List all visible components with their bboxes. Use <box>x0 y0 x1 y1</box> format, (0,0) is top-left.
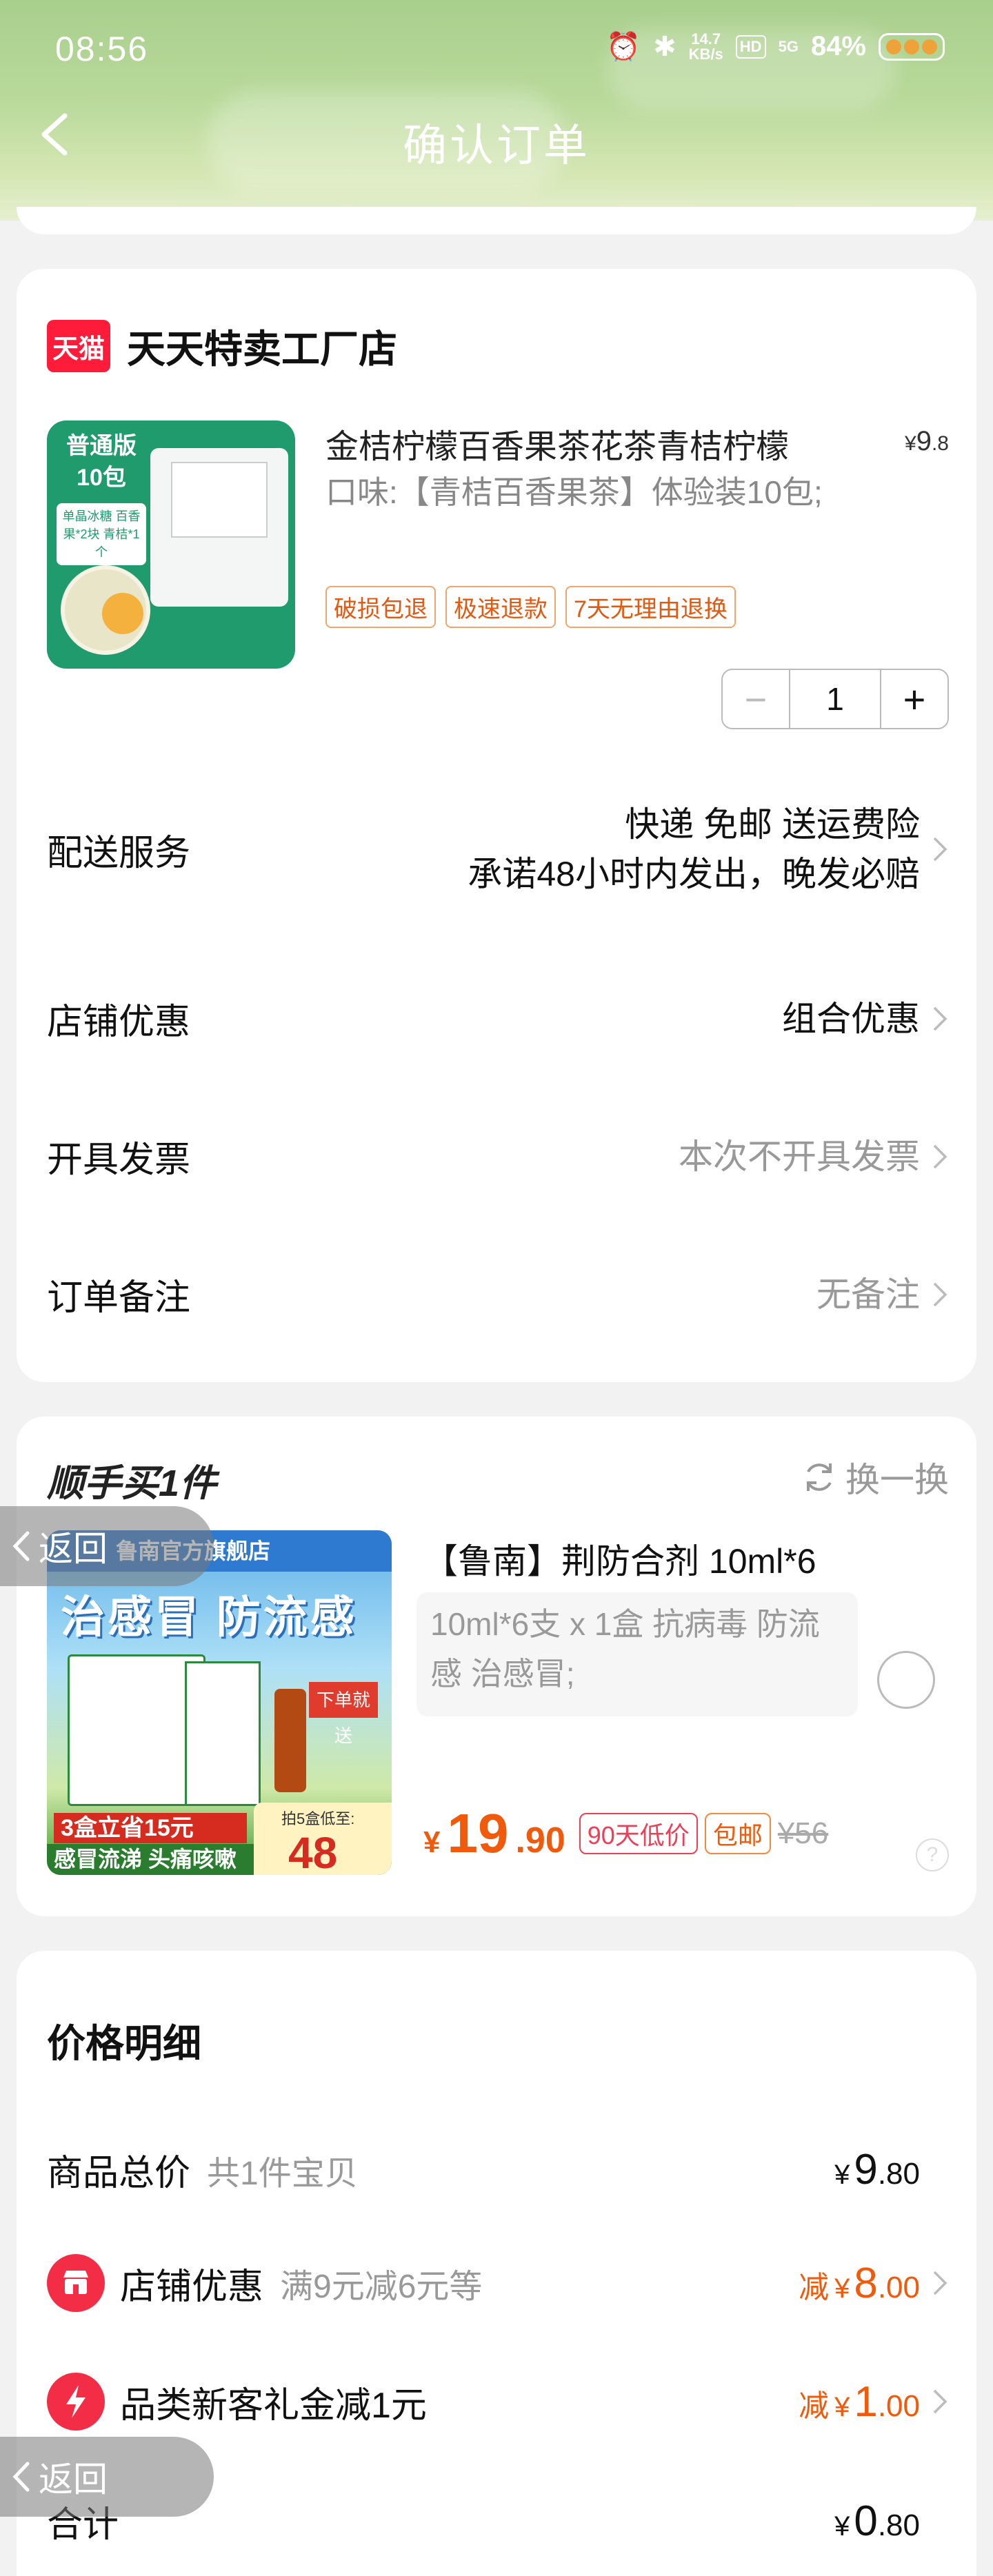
new-customer-amount: 减 ¥1.00 <box>799 2377 920 2426</box>
chevron-left-icon <box>12 1531 30 1561</box>
shop-icon <box>47 2254 105 2312</box>
floating-back-button[interactable]: 返回 <box>0 1506 214 1586</box>
original-price: ¥56 <box>777 1816 829 1850</box>
product-price: ¥9.8 <box>905 426 949 456</box>
increase-button[interactable]: + <box>881 670 947 728</box>
chevron-right-icon <box>933 2271 947 2295</box>
image-headline: 治感冒 防流感 <box>61 1592 357 1642</box>
bottle-graphic <box>274 1689 306 1792</box>
add-on-card: 顺手买1件 换一换 鲁南官方旗舰店 治感冒 防流感 下单就送 3盒立省15元 感… <box>17 1417 976 1916</box>
lightning-icon <box>47 2373 105 2431</box>
refresh-icon <box>807 1463 832 1491</box>
invoice-value: 本次不开具发票 <box>679 1137 920 1176</box>
bluetooth-icon: ✱ <box>653 31 676 62</box>
quantity-value[interactable]: 1 <box>789 670 881 728</box>
store-name[interactable]: 天天特卖工厂店 <box>127 318 397 374</box>
tmall-logo: 天猫 <box>47 320 110 372</box>
product-image[interactable]: 普通版 10包 单晶冰糖 百香果*2块 青桔*1个 <box>47 420 295 669</box>
product-image-badge: 普通版 10包 <box>66 433 137 491</box>
top-card-fragment <box>17 207 976 234</box>
chevron-left-icon <box>12 2462 30 2492</box>
low-price-tag: 90天低价 <box>579 1813 698 1854</box>
order-note-label: 订单备注 <box>47 1278 191 1318</box>
add-on-desc: 10ml*6支 x 1盒 抗病毒 防流感 治感冒; <box>417 1592 858 1716</box>
decrease-button[interactable]: − <box>723 670 789 728</box>
total-row: 商品总价 共1件宝贝 ¥9.80 <box>47 2144 949 2195</box>
image-gift-label: 下单就送 <box>309 1682 378 1746</box>
status-icons: ⏰ ✱ 14.7 KB/s HD 5G 84% <box>606 30 945 63</box>
add-on-name[interactable]: 【鲁南】荆防合剂 10ml*6 <box>423 1534 816 1583</box>
help-icon[interactable]: ? <box>916 1838 949 1872</box>
free-shipping-tag: 包邮 <box>704 1813 771 1854</box>
shop-discount-amount: 减 ¥8.00 <box>799 2259 920 2307</box>
price-detail-title: 价格明细 <box>47 2022 201 2065</box>
store-order-card: 天猫 天天特卖工厂店 普通版 10包 单晶冰糖 百香果*2块 青桔*1个 金桔柠檬… <box>17 269 976 1382</box>
battery-percent: 84% <box>810 31 866 61</box>
total-sub: 共1件宝贝 <box>207 2155 358 2192</box>
tag-fast-refund: 极速退款 <box>445 586 556 628</box>
add-on-select-radio[interactable] <box>877 1651 935 1709</box>
new-customer-label: 品类新客礼金减1元 <box>120 2385 427 2426</box>
product-title[interactable]: 金桔柠檬百香果茶花茶青桔柠檬 <box>325 419 863 467</box>
status-time: 08:56 <box>55 30 149 68</box>
net-speed: 14.7 KB/s <box>688 30 723 63</box>
quantity-stepper: − 1 + <box>721 669 949 729</box>
hd-icon: HD <box>735 34 766 59</box>
service-tags: 破损包退 极速退款 7天无理由退换 <box>325 586 736 628</box>
image-promo: 3盒立省15元 <box>54 1813 247 1843</box>
floating-back-button[interactable]: 返回 <box>0 2437 214 2517</box>
medicine-box-graphic <box>185 1661 261 1806</box>
battery-icon <box>879 32 945 61</box>
refresh-label: 换一换 <box>845 1461 949 1499</box>
invoice-row[interactable]: 开具发票 本次不开具发票 <box>47 1130 949 1182</box>
chevron-right-icon <box>933 837 947 862</box>
chevron-right-icon <box>933 1282 947 1306</box>
store-discount-value: 组合优惠 <box>782 999 920 1038</box>
total-amount: ¥9.80 <box>834 2146 920 2193</box>
delivery-label: 配送服务 <box>47 833 191 873</box>
store-discount-label: 店铺优惠 <box>47 1002 191 1042</box>
floating-back-label: 返回 <box>39 2460 108 2499</box>
image-price-flag: 拍5盒低至: 48 <box>254 1803 392 1875</box>
chevron-right-icon <box>933 1006 947 1031</box>
fruit-graphic <box>102 593 143 634</box>
total-label: 商品总价 <box>47 2153 191 2193</box>
delivery-row[interactable]: 配送服务 快递 免邮 送运费险 承诺48小时内发出，晚发必赔 <box>47 800 949 899</box>
add-on-price: ¥19.90 90天低价 包邮 ¥56 <box>423 1803 829 1864</box>
alarm-icon: ⏰ <box>606 32 641 62</box>
product-spec[interactable]: 口味:【青桔百香果茶】体验装10包; <box>325 470 877 514</box>
invoice-label: 开具发票 <box>47 1140 191 1180</box>
tag-damage-refund: 破损包退 <box>325 586 436 628</box>
new-customer-row[interactable]: 品类新客礼金减1元 减 ¥1.00 <box>47 2373 949 2431</box>
order-note-value: 无备注 <box>816 1275 920 1314</box>
shop-discount-sub: 满9元减6元等 <box>280 2269 483 2305</box>
shop-discount-row[interactable]: 店铺优惠 满9元减6元等 减 ¥8.00 <box>47 2254 949 2312</box>
delivery-value: 快递 免邮 送运费险 承诺48小时内发出，晚发必赔 <box>468 805 920 893</box>
tag-7day-return: 7天无理由退换 <box>565 586 736 628</box>
product-package <box>150 448 288 607</box>
header: 08:56 ⏰ ✱ 14.7 KB/s HD 5G 84% 确认订单 <box>0 0 993 221</box>
shop-discount-label: 店铺优惠 <box>120 2266 264 2307</box>
product-image-note: 单晶冰糖 百香果*2块 青桔*1个 <box>57 503 146 565</box>
chevron-right-icon <box>933 1144 947 1168</box>
sum-amount: ¥0.80 <box>834 2497 920 2545</box>
add-on-title: 顺手买1件 <box>47 1463 217 1504</box>
chevron-right-icon <box>933 2389 947 2414</box>
refresh-button[interactable]: 换一换 <box>800 1452 949 1502</box>
order-note-row[interactable]: 订单备注 无备注 <box>47 1268 949 1320</box>
signal-icon: 5G <box>778 37 799 55</box>
floating-back-label: 返回 <box>39 1530 108 1568</box>
page-title: 确认订单 <box>403 121 590 170</box>
store-discount-row[interactable]: 店铺优惠 组合优惠 <box>47 993 949 1044</box>
